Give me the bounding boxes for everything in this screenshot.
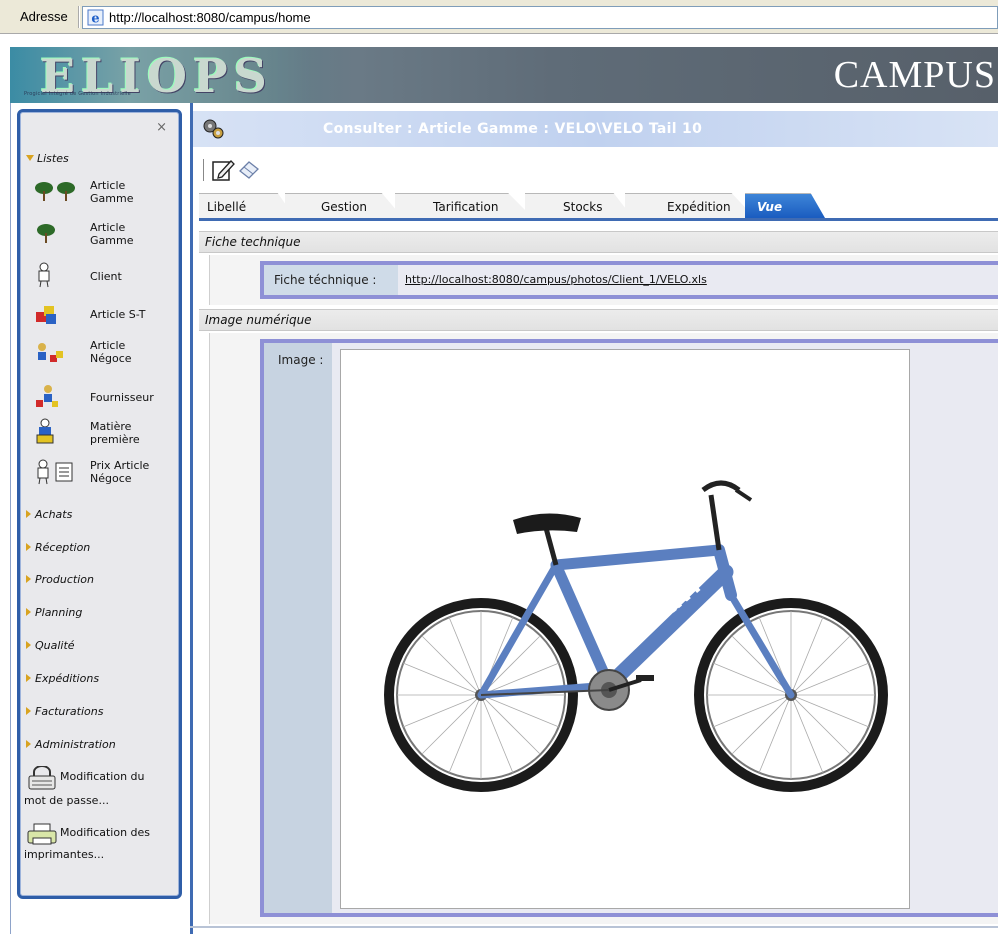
sidebar-item-label: Prix Article Négoce — [90, 459, 150, 485]
sidebar-item-matiere-premiere[interactable]: Matière première — [26, 418, 176, 452]
lock-icon — [28, 766, 56, 790]
bottom-border — [190, 926, 998, 928]
collapsed-arrow-icon — [26, 707, 31, 715]
ie-page-icon: e — [87, 9, 104, 26]
sidebar-section-facturations[interactable]: Facturations — [26, 705, 103, 718]
image-numerique-panel: Image : GIANT — [209, 333, 998, 924]
edit-icon[interactable] — [211, 158, 235, 182]
collapsed-arrow-icon — [26, 510, 31, 518]
tab-stocks[interactable]: Stocks — [525, 193, 633, 218]
sidebar-item-label: Article Gamme — [90, 221, 134, 247]
action-label-line1: Modification des — [60, 826, 151, 839]
expanded-arrow-icon — [26, 155, 34, 161]
sidebar-item-article-gamme[interactable]: Article Gamme — [26, 219, 176, 253]
change-password-action[interactable]: Modification du mot de passe... — [24, 764, 176, 814]
sidebar-item-article-st[interactable]: Article S-T — [26, 302, 176, 332]
title-bar: Consulter : Article Gamme : VELO\VELO Ta… — [193, 111, 998, 147]
product-image: GIANT — [340, 349, 910, 909]
tab-libelle[interactable]: Libellé — [199, 193, 295, 218]
url-text[interactable]: http://localhost:8080/campus/home — [109, 10, 311, 25]
toolbar-divider — [203, 159, 205, 181]
address-separator — [78, 6, 80, 28]
trees-icon — [35, 182, 75, 201]
sidebar-item-label: Fournisseur — [90, 391, 154, 404]
collapsed-arrow-icon — [26, 608, 31, 616]
price-icon — [37, 459, 73, 485]
sidebar-item-label: Article Négoce — [90, 339, 132, 365]
browser-address-bar: Adresse e http://localhost:8080/campus/h… — [0, 0, 998, 34]
sidebar-menu: × Listes Article Gamme Article Gamme Clien… — [17, 109, 182, 899]
material-icon — [36, 418, 54, 444]
sidebar-item-label: Client — [90, 270, 122, 283]
sidebar-section-listes[interactable]: Listes — [26, 152, 69, 165]
tab-gestion[interactable]: Gestion — [285, 193, 403, 218]
action-label-line2: mot de passe... — [24, 794, 109, 807]
fiche-technique-link[interactable]: http://localhost:8080/campus/photos/Clie… — [405, 273, 707, 286]
printer-icon — [27, 823, 57, 845]
tree-icon — [37, 224, 55, 243]
collapsed-arrow-icon — [26, 575, 31, 583]
sidebar-section-expeditions[interactable]: Expéditions — [26, 672, 99, 685]
client-icon — [38, 262, 50, 288]
sidebar-section-production[interactable]: Production — [26, 573, 94, 586]
address-label: Adresse — [20, 9, 68, 24]
collapsed-arrow-icon — [26, 641, 31, 649]
eraser-icon[interactable] — [237, 158, 261, 182]
sidebar-item-label: Article S-T — [90, 308, 146, 321]
supplier-icon — [36, 385, 58, 407]
image-field-row: Image : GIANT — [260, 339, 998, 917]
boxes-icon — [36, 306, 56, 324]
action-label-line1: Modification du — [60, 770, 145, 783]
address-field[interactable]: e http://localhost:8080/campus/home — [82, 6, 998, 29]
collapsed-arrow-icon — [26, 740, 31, 748]
main-frame: Consulter : Article Gamme : VELO\VELO Ta… — [190, 103, 998, 934]
left-frame-border — [10, 103, 11, 934]
app-title: CAMPUS — [833, 54, 996, 96]
sidebar-section-qualite[interactable]: Qualité — [26, 639, 75, 652]
sidebar-section-planning[interactable]: Planning — [26, 606, 82, 619]
sidebar-item-prix-article-negoce[interactable]: Prix Article Négoce — [26, 459, 176, 493]
tab-expedition[interactable]: Expédition — [625, 193, 755, 218]
sidebar-item-label: Matière première — [90, 420, 140, 446]
tab-bar: Libellé Gestion Tarification Stocks Expé… — [199, 191, 998, 221]
image-label: Image : — [278, 353, 324, 367]
action-label-line2: imprimantes... — [24, 848, 105, 861]
fiche-technique-field-row: Fiche téchnique : http://localhost:8080/… — [260, 261, 998, 299]
page-title: Consulter : Article Gamme : VELO\VELO Ta… — [323, 121, 703, 137]
sidebar-section-achats[interactable]: Achats — [26, 508, 72, 521]
bicycle-picture: GIANT — [384, 480, 888, 792]
change-printers-action[interactable]: Modification des imprimantes... — [24, 820, 176, 870]
section-heading-fiche-technique: Fiche technique — [199, 231, 998, 253]
fiche-technique-label: Fiche téchnique : — [274, 273, 377, 287]
sidebar-item-label: Article Gamme — [90, 179, 134, 205]
sidebar-item-article-negoce[interactable]: Article Négoce — [26, 337, 176, 373]
app-banner: ELIOPS Progiciel Intégré de Gestion Indu… — [10, 47, 998, 103]
gears-icon — [203, 119, 224, 139]
collapsed-arrow-icon — [26, 674, 31, 682]
svg-text:e: e — [91, 12, 99, 27]
fiche-technique-panel: Fiche téchnique : http://localhost:8080/… — [209, 255, 998, 305]
trade-icon — [38, 343, 63, 362]
tab-vue[interactable]: Vue — [745, 193, 825, 218]
logo-subtext: Progiciel Intégré de Gestion Industriell… — [24, 91, 131, 97]
sidebar-item-client[interactable]: Client — [26, 262, 176, 292]
section-heading-image-numerique: Image numérique — [199, 309, 998, 331]
collapsed-arrow-icon — [26, 543, 31, 551]
tab-tarification[interactable]: Tarification — [395, 193, 533, 218]
sidebar-item-fournisseur[interactable]: Fournisseur — [26, 384, 176, 414]
close-icon[interactable]: × — [156, 120, 167, 135]
sidebar-section-administration[interactable]: Administration — [26, 738, 116, 751]
sidebar-section-reception[interactable]: Réception — [26, 541, 90, 554]
sidebar-item-article-gamme-list[interactable]: Article Gamme — [26, 177, 176, 211]
